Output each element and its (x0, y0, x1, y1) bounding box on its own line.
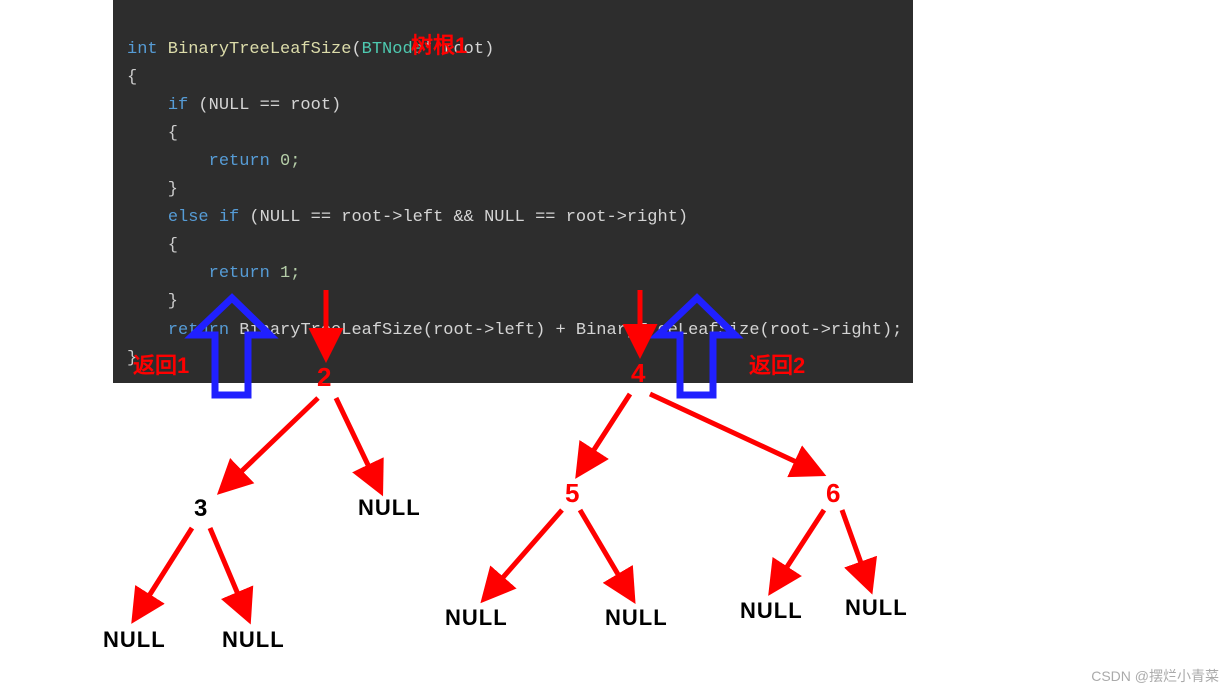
label-return2: 返回2 (749, 348, 805, 380)
label-root1: 树根1 (411, 28, 467, 60)
watermark: CSDN @摆烂小青菜 (1091, 666, 1219, 686)
null-6l: NULL (740, 598, 803, 624)
arrow-4-to-6 (650, 394, 820, 473)
arrow-2-to-3 (222, 398, 318, 490)
node-4: 4 (631, 358, 645, 389)
null-5l: NULL (445, 605, 508, 631)
code-block: int BinaryTreeLeafSize(BTNode* root) { i… (113, 0, 913, 383)
arrow-4-to-5 (579, 394, 630, 473)
arrow-6-to-nr (842, 510, 870, 588)
arrow-5-to-nr (580, 510, 632, 598)
fn-name: BinaryTreeLeafSize (158, 40, 352, 59)
arrow-3-to-nr (210, 528, 248, 618)
kw-int: int (127, 40, 158, 59)
null-3r: NULL (222, 627, 285, 653)
kw-return0: return (209, 152, 270, 171)
node-5: 5 (565, 478, 579, 509)
zero: 0; (270, 152, 301, 171)
arrow-6-to-nl (772, 510, 824, 590)
elseif-cond: (NULL == root->left && NULL == root->rig… (239, 208, 688, 227)
one: 1; (270, 264, 301, 283)
kw-return-final: return (168, 321, 229, 340)
null-3l: NULL (103, 627, 166, 653)
paren-open: ( (351, 40, 361, 59)
kw-elseif: else if (168, 208, 239, 227)
null-2r: NULL (358, 495, 421, 521)
node-2: 2 (317, 362, 331, 393)
if-cond: (NULL == root) (188, 96, 341, 115)
null-5r: NULL (605, 605, 668, 631)
kw-if: if (168, 96, 188, 115)
kw-return1: return (209, 264, 270, 283)
null-6r: NULL (845, 595, 908, 621)
arrow-3-to-nl (135, 528, 192, 618)
label-return1: 返回1 (133, 348, 189, 380)
node-6: 6 (826, 478, 840, 509)
final-body: BinaryTreeLeafSize(root->left) + BinaryT… (229, 321, 902, 340)
arrow-5-to-nl (485, 510, 562, 598)
node-3: 3 (194, 495, 207, 523)
arrow-2-to-null (336, 398, 380, 490)
